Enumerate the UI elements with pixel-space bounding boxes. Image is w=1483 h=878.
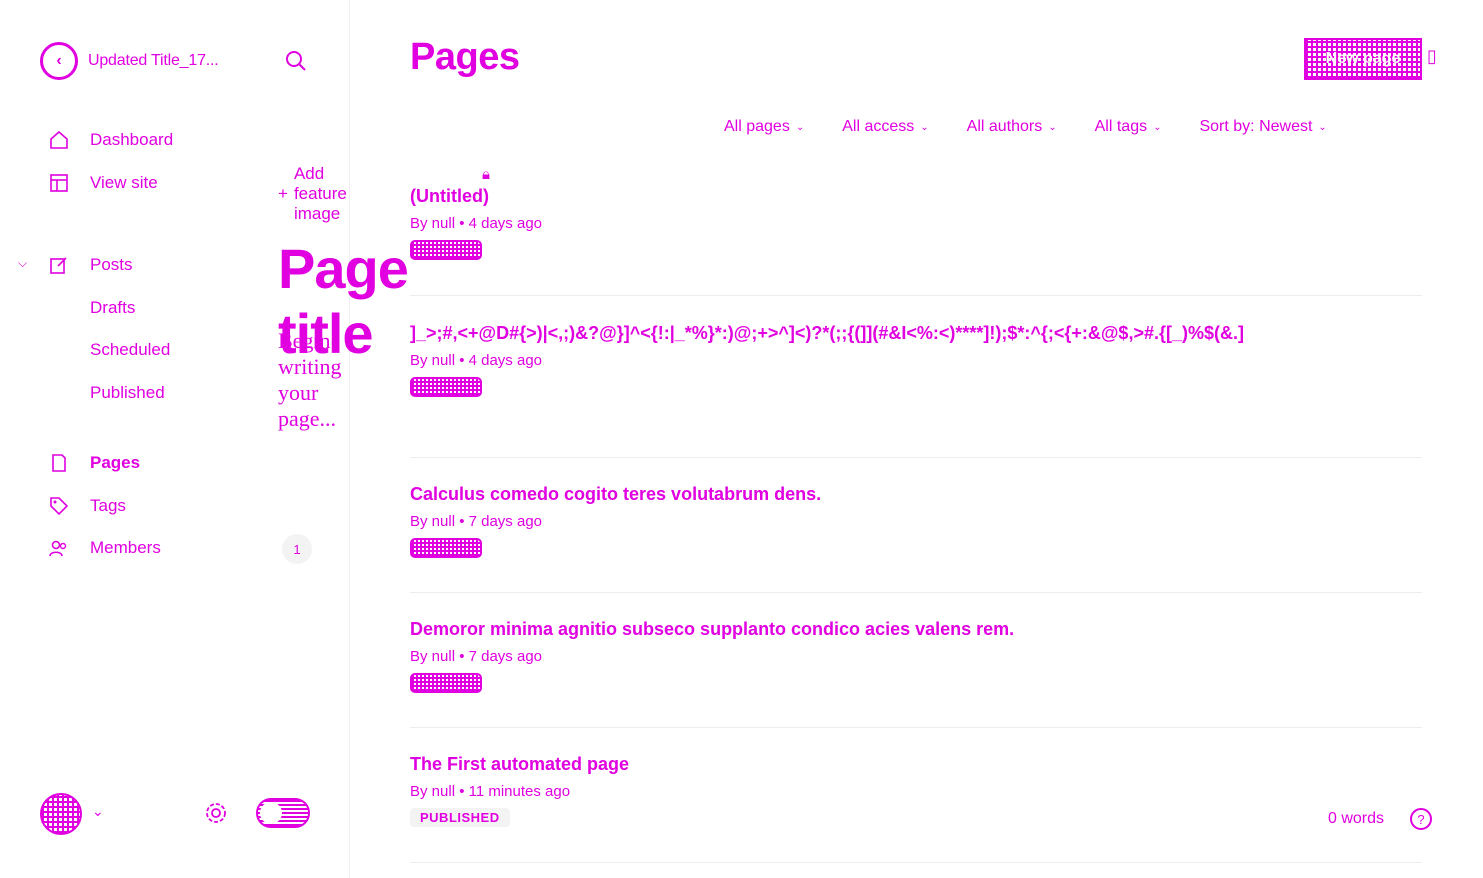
status-badge (410, 377, 482, 397)
filter-bar: All pages ⌄ All access ⌄ All authors ⌄ All … (724, 118, 1327, 136)
sidebar-item-label: View site (90, 173, 158, 192)
list-item[interactable]: Calculus comedo cogito teres volutabrum … (410, 484, 1422, 593)
filter-access[interactable]: All access ⌄ (842, 118, 928, 136)
filter-label: All tags (1094, 118, 1148, 135)
chevron-down-icon: ⌄ (1153, 121, 1162, 133)
page-item-meta: By null • 4 days ago (410, 352, 542, 369)
dark-mode-toggle[interactable] (256, 798, 310, 828)
add-feature-image-button[interactable]: + Add feature image (278, 164, 347, 224)
main-content: Pages New page ▯ All pages ⌄ All access ⌄ … (350, 0, 1483, 878)
sidebar-item-label: Members (90, 538, 161, 557)
sidebar-subitem-published[interactable]: Published (90, 383, 165, 403)
sidebar-subitem-scheduled[interactable]: Scheduled (90, 340, 170, 360)
sidebar-item-label: Pages (90, 453, 141, 472)
members-count-badge: 1 (282, 534, 312, 564)
back-arrow-icon[interactable]: ‹ (40, 42, 78, 80)
page-item-title[interactable]: Calculus comedo cogito teres volutabrum … (410, 484, 1422, 505)
list-item[interactable]: (Untitled) By null • 4 days ago (410, 186, 1422, 296)
filter-sort[interactable]: Sort by: Newest ⌄ (1199, 118, 1326, 136)
status-badge (410, 538, 482, 558)
home-icon (48, 129, 70, 151)
chevron-down-icon: ⌄ (795, 121, 805, 133)
filter-label: All access (842, 118, 915, 135)
chevron-down-icon[interactable]: ⌄ (92, 803, 104, 820)
file-icon (48, 452, 70, 474)
sidebar-item-label: Dashboard (90, 130, 174, 149)
add-feature-label: Add feature image (293, 164, 347, 223)
status-badge (410, 673, 482, 693)
list-item[interactable]: Demoror minima agnitio subseco supplanto… (410, 619, 1422, 728)
page-item-title[interactable]: (Untitled) (410, 186, 1422, 207)
users-icon (48, 537, 70, 559)
list-item[interactable]: The First automated page By null • 11 mi… (410, 754, 1422, 863)
search-icon[interactable] (283, 48, 309, 74)
collapse-chevron-icon[interactable]: ⌵ (18, 256, 27, 271)
list-item[interactable]: ]_>;#,<+@D#{>)|<,;)&?@}]^<{!:|_*%}*:)@;+… (410, 322, 1422, 458)
plus-icon: + (278, 184, 288, 203)
sidebar-item-view-site[interactable]: View site (48, 168, 158, 198)
site-brand[interactable]: ‹ Updated Title_17... (40, 42, 219, 80)
avatar[interactable] (40, 793, 82, 835)
sidebar: ‹ Updated Title_17... Dashboard View sit… (0, 0, 350, 878)
sidebar-item-pages[interactable]: Pages (48, 448, 140, 478)
sidebar-subitem-drafts[interactable]: Drafts (90, 298, 135, 318)
sidebar-item-tags[interactable]: Tags (48, 491, 126, 521)
word-count: 0 words (1328, 810, 1385, 827)
chevron-down-icon: ⌄ (1318, 121, 1327, 133)
layout-icon (48, 172, 70, 194)
sidebar-item-posts[interactable]: Posts (48, 250, 133, 280)
page-item-meta: By null • 4 days ago (410, 215, 542, 232)
page-indicator-icon: ▯ (1427, 46, 1437, 66)
filter-author[interactable]: All authors ⌄ (967, 118, 1057, 136)
filter-type[interactable]: All pages ⌄ (724, 118, 804, 136)
site-title[interactable]: Updated Title_17... (88, 52, 219, 70)
tag-icon (48, 495, 70, 517)
chevron-down-icon: ⌄ (920, 121, 929, 133)
page-item-meta: By null • 7 days ago (410, 513, 542, 530)
edit-icon (48, 254, 70, 276)
chevron-down-icon: ⌄ (1048, 121, 1057, 133)
sidebar-item-label: Tags (90, 496, 126, 515)
sidebar-item-members[interactable]: Members (48, 533, 161, 563)
page-body-input[interactable]: Begin writing your page... (278, 328, 342, 432)
page-item-title[interactable]: ]_>;#,<+@D#{>)|<,;)&?@}]^<{!:|_*%}*:)@;+… (410, 322, 1310, 344)
page-item-title[interactable]: Demoror minima agnitio subseco supplanto… (410, 619, 1422, 640)
gear-icon[interactable] (203, 800, 229, 826)
page-item-meta: By null • 11 minutes ago (410, 783, 571, 800)
filter-tag[interactable]: All tags ⌄ (1095, 118, 1162, 136)
new-page-button[interactable]: New page (1304, 38, 1422, 80)
sidebar-item-label: Posts (90, 255, 133, 274)
help-icon[interactable]: ? (1410, 808, 1432, 830)
page-title: Pages (410, 36, 520, 78)
filter-label: All authors (966, 118, 1043, 135)
status-badge: PUBLISHED (410, 808, 510, 827)
sidebar-item-dashboard[interactable]: Dashboard (48, 125, 173, 155)
filter-label: Sort by: Newest (1199, 118, 1313, 135)
page-item-meta: By null • 7 days ago (410, 648, 542, 665)
status-badge (410, 240, 482, 260)
page-item-title[interactable]: The First automated page (410, 754, 1422, 775)
filter-label: All pages (724, 118, 790, 135)
